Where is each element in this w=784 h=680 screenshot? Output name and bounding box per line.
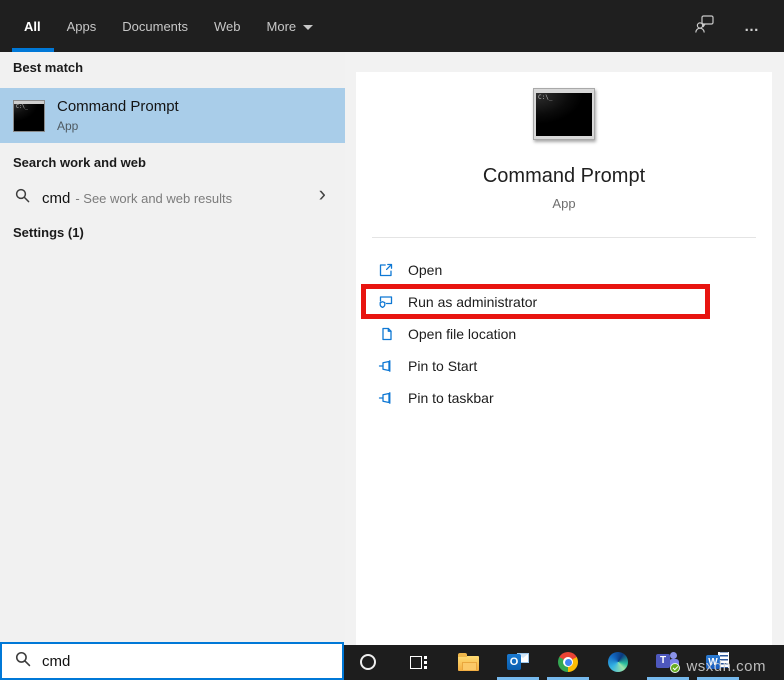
taskbar-search-box	[0, 642, 344, 680]
tab-web[interactable]: Web	[214, 0, 241, 52]
app-type-label: App	[356, 196, 772, 211]
tab-more-label: More	[267, 19, 297, 34]
feedback-icon[interactable]	[694, 13, 716, 40]
taskbar: O T W wsxdn.com	[344, 645, 784, 680]
best-match-title: Command Prompt	[57, 98, 179, 115]
more-options-icon[interactable]: …	[744, 18, 762, 35]
tab-all[interactable]: All	[24, 0, 41, 52]
settings-header: Settings (1)	[13, 225, 84, 240]
action-run-as-administrator-label: Run as administrator	[408, 294, 537, 310]
best-match-subtitle: App	[57, 119, 179, 133]
watermark-text: wsxdn.com	[686, 658, 766, 675]
best-match-text: Command Prompt App	[57, 98, 179, 133]
best-match-result[interactable]: C:\_ Command Prompt App	[0, 88, 345, 143]
tab-apps[interactable]: Apps	[67, 0, 97, 52]
web-result-detail: - See work and web results	[75, 191, 232, 206]
outlook-icon[interactable]: O	[506, 650, 530, 674]
pin-icon	[378, 390, 394, 406]
search-icon	[14, 187, 31, 209]
divider	[372, 237, 756, 238]
app-name: Command Prompt	[356, 165, 772, 188]
action-open-file-location[interactable]: Open file location	[356, 318, 772, 350]
chevron-down-icon	[303, 25, 313, 30]
run-as-administrator-icon	[378, 294, 394, 310]
action-open[interactable]: Open	[356, 254, 772, 286]
file-explorer-icon[interactable]	[456, 650, 480, 674]
search-results-panel: Best match C:\_ Command Prompt App Searc…	[0, 52, 345, 642]
best-match-header: Best match	[13, 60, 83, 75]
action-pin-to-start-label: Pin to Start	[408, 358, 477, 374]
search-web-header: Search work and web	[13, 155, 146, 170]
open-icon	[378, 262, 394, 278]
chevron-right-icon: ›	[319, 181, 326, 207]
tab-documents[interactable]: Documents	[122, 0, 188, 52]
action-open-label: Open	[408, 262, 442, 278]
cortana-icon[interactable]	[356, 650, 380, 674]
search-filter-bar: All Apps Documents Web More	[0, 0, 784, 52]
action-pin-to-taskbar[interactable]: Pin to taskbar	[356, 382, 772, 414]
action-pin-to-taskbar-label: Pin to taskbar	[408, 390, 494, 406]
action-run-as-administrator[interactable]: Run as administrator	[356, 286, 772, 318]
command-prompt-icon: C:\_	[13, 100, 45, 132]
open-file-location-icon	[378, 326, 394, 342]
command-prompt-icon-large: C:\_	[533, 88, 595, 140]
search-input[interactable]	[42, 653, 312, 670]
topbar-right: …	[694, 0, 784, 52]
windows-search-screen: All Apps Documents Web More	[0, 0, 784, 680]
app-actions-list: Open Run as administrator	[356, 254, 772, 414]
search-icon	[14, 650, 32, 673]
pin-icon	[378, 358, 394, 374]
action-pin-to-start[interactable]: Pin to Start	[356, 350, 772, 382]
filter-tabs: All Apps Documents Web More	[24, 0, 313, 52]
chrome-icon[interactable]	[556, 650, 580, 674]
task-view-icon[interactable]	[406, 650, 430, 674]
app-detail-panel: C:\_ Command Prompt App Open	[356, 72, 772, 645]
tab-apps-label: Apps	[67, 19, 97, 34]
edge-icon[interactable]	[606, 650, 630, 674]
teams-icon[interactable]: T	[656, 650, 680, 674]
active-tab-underline	[12, 48, 54, 52]
action-open-file-location-label: Open file location	[408, 326, 516, 342]
web-search-result[interactable]: cmd - See work and web results ›	[0, 180, 345, 216]
web-result-query: cmd	[42, 190, 70, 207]
tab-documents-label: Documents	[122, 19, 188, 34]
tab-web-label: Web	[214, 19, 241, 34]
tab-more[interactable]: More	[267, 0, 314, 52]
tab-all-label: All	[24, 19, 41, 34]
